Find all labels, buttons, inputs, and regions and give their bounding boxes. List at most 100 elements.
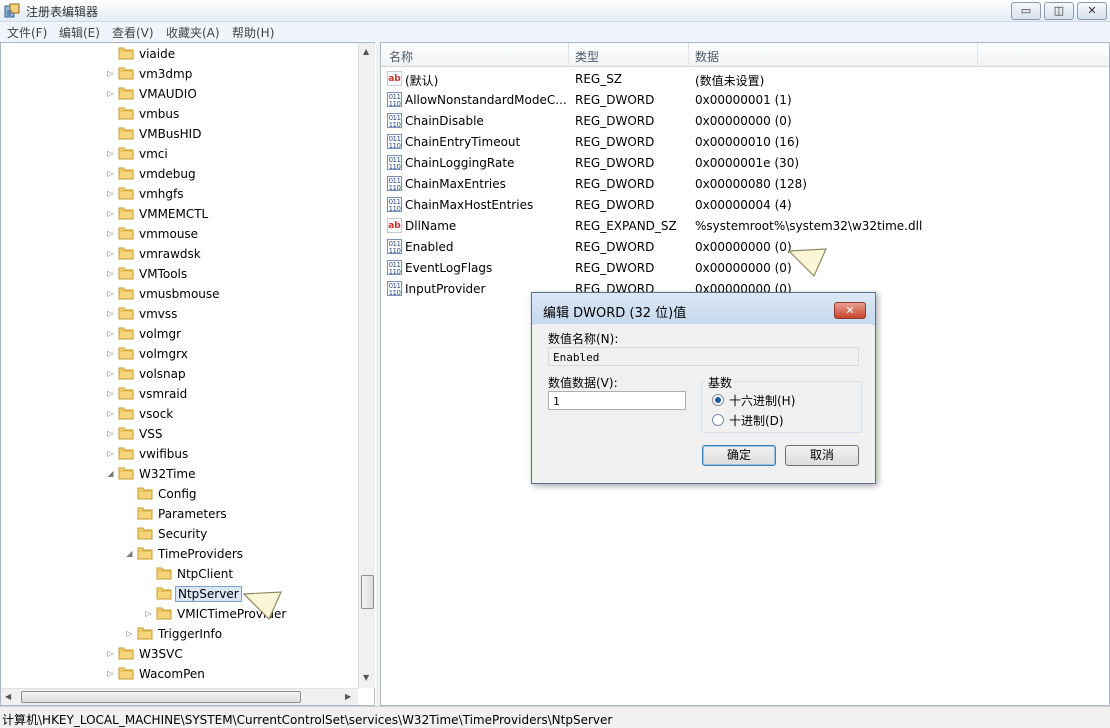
value-row[interactable]: ab (默认) REG_SZ (数值未设置) (381, 68, 1109, 89)
tree-node[interactable]: ▷ vm3dmp (1, 64, 358, 84)
decimal-radio[interactable] (712, 414, 724, 426)
tree-node[interactable]: NtpServer (1, 584, 358, 604)
tree-node[interactable]: ▷ VMTools (1, 264, 358, 284)
column-divider[interactable] (568, 43, 569, 67)
tree-expander-icon[interactable]: ▷ (106, 648, 115, 659)
tree-expander-icon[interactable]: ◢ (125, 548, 134, 559)
tree-node[interactable]: ▷ volsnap (1, 364, 358, 384)
dialog-title-bar[interactable]: 编辑 DWORD (32 位)值 ✕ (532, 293, 875, 325)
tree-node-label[interactable]: vmbus (137, 106, 181, 122)
menu-view[interactable]: 查看(V) (112, 24, 154, 41)
ok-button[interactable]: 确定 (702, 445, 776, 466)
tree-node[interactable]: NtpClient (1, 564, 358, 584)
tree-node-label[interactable]: volsnap (137, 366, 188, 382)
tree-node-label[interactable]: vmvss (137, 306, 179, 322)
tree-expander-icon[interactable]: ▷ (106, 228, 115, 239)
scroll-right-arrow-icon[interactable]: ▶ (345, 692, 351, 701)
tree-expander-icon[interactable]: ▷ (106, 448, 115, 459)
tree-node-label[interactable]: VMBusHID (137, 126, 203, 142)
tree-node-label[interactable]: vmhgfs (137, 186, 186, 202)
tree-expander-icon[interactable]: ▷ (106, 408, 115, 419)
value-row[interactable]: 011 110 AllowNonstandardModeC... REG_DWORD… (381, 89, 1109, 110)
tree-node[interactable]: ▷ vmhgfs (1, 184, 358, 204)
tree-node[interactable]: ▷ vmvss (1, 304, 358, 324)
scroll-left-arrow-icon[interactable]: ◀ (5, 692, 11, 701)
tree-node-label[interactable]: volmgr (137, 326, 183, 342)
tree-node-label[interactable]: W32Time (137, 466, 198, 482)
tree-node[interactable]: ▷ WacomPen (1, 664, 358, 684)
tree-node[interactable]: ▷ vmmouse (1, 224, 358, 244)
tree-expander-icon[interactable]: ▷ (106, 148, 115, 159)
tree-node-label[interactable]: vmusbmouse (137, 286, 222, 302)
tree-expander-icon[interactable]: ▷ (106, 328, 115, 339)
tree-node[interactable]: Parameters (1, 504, 358, 524)
tree-expander-icon[interactable]: ▷ (106, 188, 115, 199)
menu-file[interactable]: 文件(F) (7, 24, 47, 41)
value-row[interactable]: ab DllName REG_EXPAND_SZ %systemroot%\syste… (381, 215, 1109, 236)
decimal-radio-label[interactable]: 十进制(D) (729, 412, 784, 429)
value-row[interactable]: 011 110 ChainDisable REG_DWORD 0x00000000 (… (381, 110, 1109, 131)
value-row[interactable]: 011 110 ChainLoggingRate REG_DWORD 0x000000… (381, 152, 1109, 173)
tree-expander-icon[interactable]: ▷ (106, 308, 115, 319)
tree-expander-icon[interactable]: ▷ (106, 68, 115, 79)
tree-expander-icon[interactable]: ▷ (106, 208, 115, 219)
maximize-button[interactable]: ◫ (1044, 2, 1074, 20)
value-row[interactable]: 011 110 ChainMaxHostEntries REG_DWORD 0x000… (381, 194, 1109, 215)
value-row[interactable]: 011 110 EventLogFlags REG_DWORD 0x00000000 … (381, 257, 1109, 278)
tree-node[interactable]: ▷ volmgrx (1, 344, 358, 364)
column-divider[interactable] (688, 43, 689, 67)
tree-node-label[interactable]: vmdebug (137, 166, 198, 182)
close-button[interactable]: ✕ (1077, 2, 1107, 20)
tree-node[interactable]: ▷ vsmraid (1, 384, 358, 404)
tree-expander-icon[interactable]: ▷ (106, 368, 115, 379)
tree-node[interactable]: ▷ vmrawdsk (1, 244, 358, 264)
tree-vertical-scrollbar[interactable]: ▲ ▼ (358, 43, 375, 688)
scroll-up-arrow-icon[interactable]: ▲ (363, 47, 369, 56)
menu-help[interactable]: 帮助(H) (232, 24, 274, 41)
tree-node-label[interactable]: vmci (137, 146, 170, 162)
tree-node-label[interactable]: Parameters (156, 506, 229, 522)
column-header-name[interactable]: 名称 (389, 48, 413, 65)
value-row[interactable]: 011 110 ChainEntryTimeout REG_DWORD 0x00000… (381, 131, 1109, 152)
tree-node-label[interactable]: vsmraid (137, 386, 189, 402)
tree-node[interactable]: ▷ VMMEMCTL (1, 204, 358, 224)
tree-node-label[interactable]: VMMEMCTL (137, 206, 210, 222)
hex-radio-label[interactable]: 十六进制(H) (729, 392, 795, 409)
tree-node[interactable]: ◢ W32Time (1, 464, 358, 484)
hex-radio[interactable] (712, 394, 724, 406)
column-header-data[interactable]: 数据 (695, 48, 719, 65)
tree-node[interactable]: ▷ vwifibus (1, 444, 358, 464)
tree-horizontal-scrollbar[interactable]: ◀ ▶ (1, 688, 358, 705)
tree-node[interactable]: ◢ TimeProviders (1, 544, 358, 564)
tree-node[interactable]: Config (1, 484, 358, 504)
tree-expander-icon[interactable]: ▷ (125, 628, 134, 639)
tree-expander-icon[interactable]: ▷ (106, 388, 115, 399)
tree-node-label[interactable]: W3SVC (137, 646, 185, 662)
tree-expander-icon[interactable]: ▷ (106, 248, 115, 259)
scroll-down-arrow-icon[interactable]: ▼ (363, 673, 369, 682)
tree-node-label[interactable]: viaide (137, 46, 177, 62)
tree-node[interactable]: ▷ TriggerInfo (1, 624, 358, 644)
tree-expander-icon[interactable]: ▷ (106, 268, 115, 279)
tree-expander-icon[interactable]: ▷ (106, 88, 115, 99)
tree-node-label[interactable]: vm3dmp (137, 66, 194, 82)
tree-hscroll-thumb[interactable] (21, 691, 301, 703)
tree-expander-icon[interactable]: ▷ (106, 428, 115, 439)
tree-node-label[interactable]: volmgrx (137, 346, 190, 362)
tree-node-label[interactable]: VMTools (137, 266, 189, 282)
tree-expander-icon[interactable]: ◢ (106, 468, 115, 479)
tree-node-label[interactable]: vwifibus (137, 446, 190, 462)
column-header-type[interactable]: 类型 (575, 48, 599, 65)
tree-node-label[interactable]: Config (156, 486, 199, 502)
tree-node-label[interactable]: VSS (137, 426, 164, 442)
tree-node[interactable]: ▷ VMICTimeProvider (1, 604, 358, 624)
tree-node[interactable]: ▷ vmci (1, 144, 358, 164)
tree-node[interactable]: ▷ vsock (1, 404, 358, 424)
tree-node[interactable]: ▷ vmusbmouse (1, 284, 358, 304)
tree-expander-icon[interactable]: ▷ (106, 168, 115, 179)
column-divider[interactable] (977, 43, 978, 67)
tree-node-label[interactable]: NtpServer (175, 586, 242, 602)
minimize-button[interactable]: ▭ (1011, 2, 1041, 20)
dialog-close-button[interactable]: ✕ (834, 302, 866, 319)
menu-favorites[interactable]: 收藏夹(A) (166, 24, 220, 41)
